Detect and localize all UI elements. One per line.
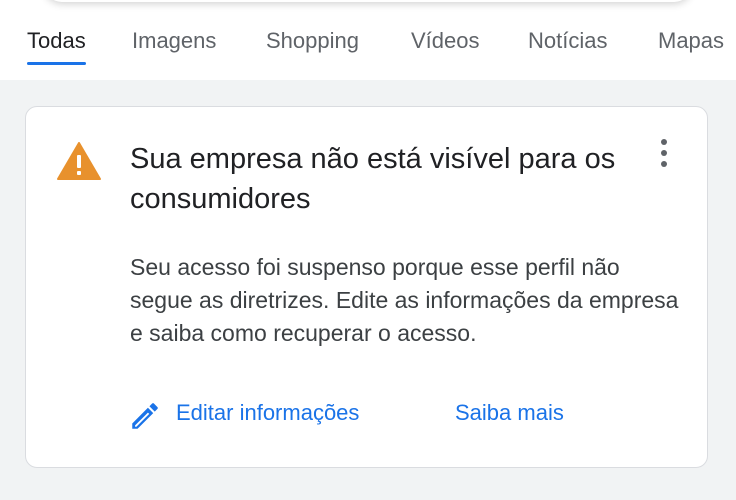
tab-noticias[interactable]: Notícias — [528, 26, 607, 66]
tab-imagens[interactable]: Imagens — [132, 26, 216, 66]
pencil-icon — [132, 403, 158, 429]
warning-icon — [57, 142, 101, 180]
tab-mapas[interactable]: Mapas — [658, 26, 724, 66]
edit-info-button[interactable]: Editar informações — [130, 393, 359, 433]
tab-videos[interactable]: Vídeos — [411, 26, 480, 66]
edit-info-label: Editar informações — [176, 400, 360, 425]
tab-bar-area: Todas Imagens Shopping Vídeos Notícias M… — [0, 0, 736, 80]
card-title: Sua empresa não está visível para os con… — [130, 143, 616, 215]
more-vert-icon[interactable] — [652, 137, 676, 171]
tab-shopping[interactable]: Shopping — [266, 26, 359, 66]
search-results-page: Todas Imagens Shopping Vídeos Notícias M… — [0, 0, 736, 500]
tab-todas[interactable]: Todas — [27, 26, 86, 66]
search-tabs: Todas Imagens Shopping Vídeos Notícias M… — [0, 0, 736, 80]
learn-more-link[interactable]: Saiba mais — [455, 393, 564, 433]
business-suspended-card: Sua empresa não está visível para os con… — [25, 106, 708, 468]
card-description: Seu acesso foi suspenso porque esse perf… — [130, 254, 679, 346]
